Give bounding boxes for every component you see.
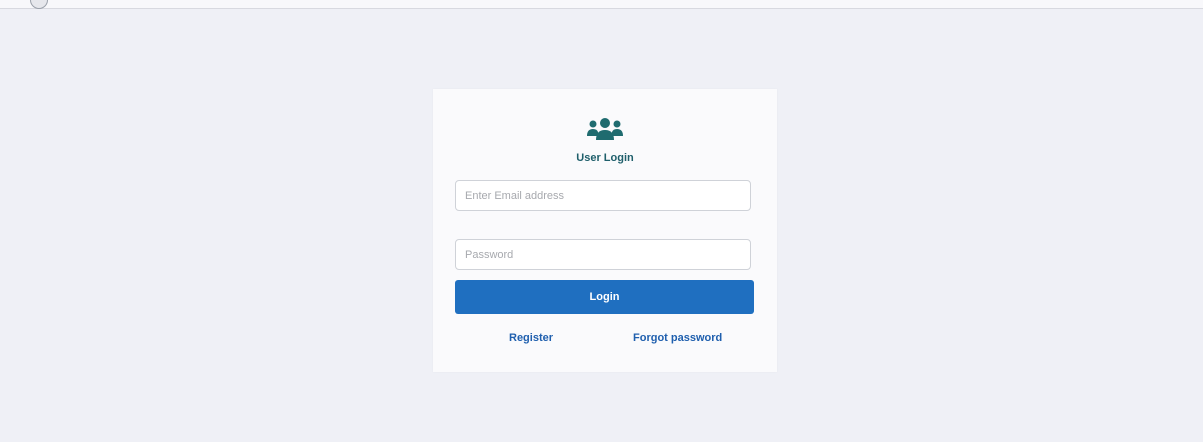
login-button[interactable]: Login <box>455 280 754 314</box>
top-bar <box>0 0 1203 9</box>
login-title: User Login <box>576 152 634 164</box>
login-card: User Login Login Register Forgot passwor… <box>433 89 777 372</box>
register-link[interactable]: Register <box>509 332 553 344</box>
email-input[interactable] <box>455 180 751 211</box>
logo-icon <box>30 0 48 9</box>
forgot-password-link[interactable]: Forgot password <box>633 332 722 344</box>
users-icon <box>586 116 624 142</box>
password-input[interactable] <box>455 239 751 270</box>
